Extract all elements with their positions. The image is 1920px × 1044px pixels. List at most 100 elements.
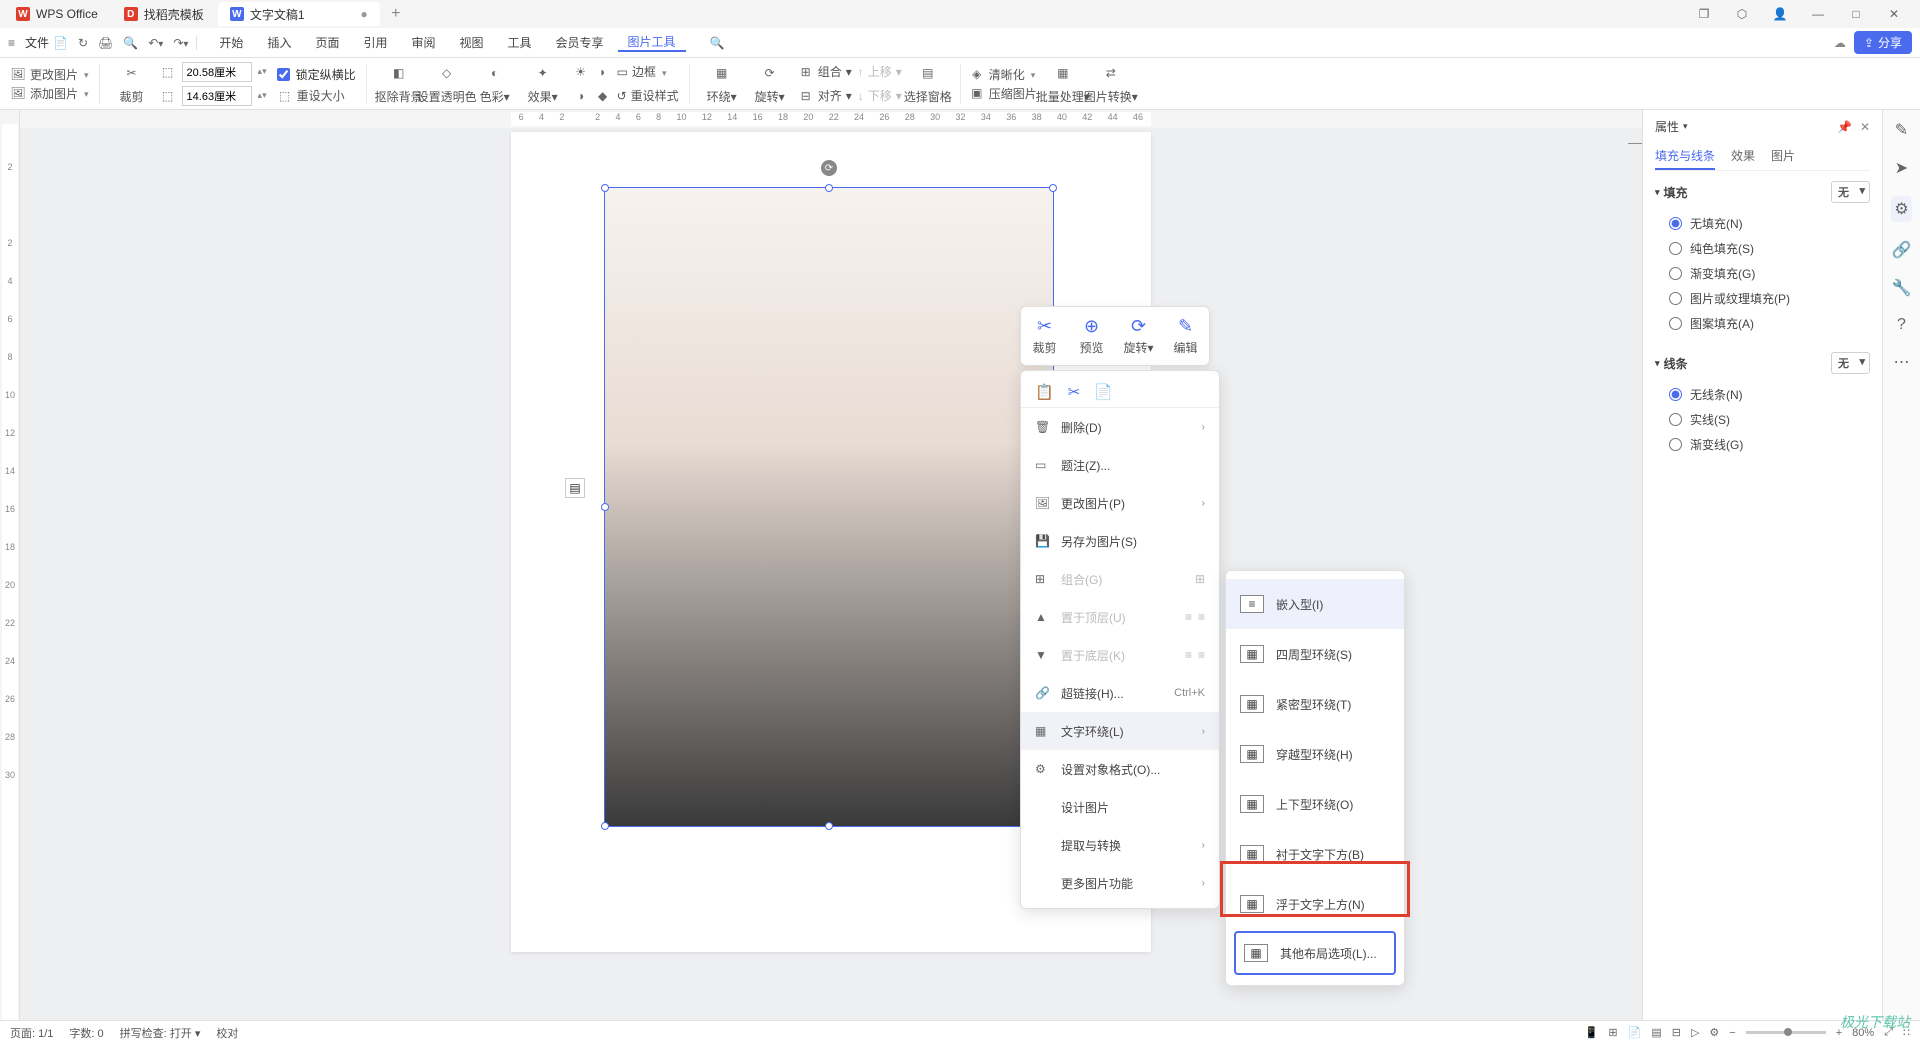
convert-button[interactable]: ⇄图片转换▾ [1087,61,1135,107]
zoom-out-button[interactable]: − [1729,1027,1735,1039]
sb-help-icon[interactable]: ? [1897,316,1906,334]
status-words[interactable]: 字数: 0 [69,1025,103,1041]
handle-bc[interactable] [825,822,833,830]
selection-pane-button[interactable]: ▤选择窗格 [904,61,952,107]
reset-size-button[interactable]: ⬚重设大小 [277,87,356,104]
sb-view2-icon[interactable]: ⊞ [1608,1026,1617,1039]
menu-view[interactable]: 视图 [450,34,494,51]
handle-tr[interactable] [1049,184,1057,192]
tab-close-icon[interactable]: ● [361,7,368,21]
compress-button[interactable]: ▣压缩图片 [969,85,1037,102]
line-gradient[interactable]: 渐变线(G) [1655,432,1870,457]
fill-none[interactable]: 无填充(N) [1655,211,1870,236]
sm-behind[interactable]: ▦衬于文字下方(B) [1226,829,1404,879]
cut-icon[interactable]: ✂ [1068,383,1081,401]
fill-solid[interactable]: 纯色填充(S) [1655,236,1870,261]
minimize-button[interactable]: — [1804,2,1832,26]
sb-view5-icon[interactable]: ⊟ [1672,1026,1681,1039]
brightness-icon[interactable]: ☀ [573,64,589,80]
float-preview-button[interactable]: ⊕预览 [1068,307,1115,365]
line-heading[interactable]: 线条 [1664,355,1688,372]
handle-ml[interactable] [601,503,609,511]
handle-bl[interactable] [601,822,609,830]
pin-icon[interactable]: 📌 [1837,120,1852,134]
change-image-button[interactable]: 🖼更改图片 [10,66,89,83]
layout-tag-icon[interactable]: ▤ [565,478,585,498]
cm-caption[interactable]: ▭题注(Z)... [1021,446,1219,484]
line-none[interactable]: 无线条(N) [1655,382,1870,407]
fill-picture[interactable]: 图片或纹理填充(P) [1655,286,1870,311]
reset-style-button[interactable]: ↺重设样式 [617,87,679,104]
menu-file[interactable]: 文件 [25,34,49,51]
effect-button[interactable]: ✦效果▾ [519,61,567,107]
lock-ratio-checkbox[interactable] [277,68,290,81]
sb-settings-icon[interactable]: ⚙ [1891,196,1911,222]
menu-page[interactable]: 页面 [305,34,349,51]
maximize-button[interactable]: □ [1842,2,1870,26]
menu-insert[interactable]: 插入 [257,34,301,51]
add-image-button[interactable]: 🖼添加图片 [10,85,89,102]
line-select[interactable]: 无 ▾ [1831,352,1870,374]
sb-edit-icon[interactable]: ✎ [1895,120,1908,140]
cm-save-as-image[interactable]: 💾另存为图片(S) [1021,522,1219,560]
sb-settings2-icon[interactable]: ⚙ [1709,1026,1719,1039]
redo-icon[interactable]: ↷▾ [173,36,188,50]
panel-close-icon[interactable]: ✕ [1860,120,1870,134]
app-tab-document[interactable]: W 文字文稿1 ● [218,2,380,26]
sm-front[interactable]: ▦浮于文字上方(N) [1226,879,1404,929]
sb-play-icon[interactable]: ▷ [1691,1026,1699,1039]
avatar-icon[interactable]: 👤 [1766,2,1794,26]
wrap-button[interactable]: ▦环绕▾ [698,61,746,107]
sm-topbottom[interactable]: ▦上下型环绕(O) [1226,779,1404,829]
selected-image[interactable]: ⟳ ▤ [604,187,1054,827]
cube-icon[interactable]: ⬡ [1728,2,1756,26]
effect2-icon[interactable]: ◆ [595,88,611,104]
width-input[interactable] [182,62,252,82]
status-page[interactable]: 页面: 1/1 [10,1025,53,1041]
combine-button[interactable]: ⊞组合▾ [798,63,852,80]
fill-gradient[interactable]: 渐变填充(G) [1655,261,1870,286]
contrast-icon[interactable]: ◑ [573,88,589,104]
handle-tc[interactable] [825,184,833,192]
close-window-button[interactable]: ✕ [1880,2,1908,26]
print-icon[interactable]: 🖨 [98,36,113,50]
sm-through[interactable]: ▦穿越型环绕(H) [1226,729,1404,779]
height-input[interactable] [182,86,252,106]
search-icon[interactable]: 🔍 [710,36,725,50]
panel-tab-image[interactable]: 图片 [1771,143,1795,170]
panel-minimize-icon[interactable]: — [1628,134,1642,150]
sb-more-icon[interactable]: ⋯ [1894,352,1910,372]
cm-delete[interactable]: 🗑删除(D)› [1021,408,1219,446]
float-edit-button[interactable]: ✎编辑 [1162,307,1209,365]
rotate-handle[interactable]: ⟳ [821,160,837,176]
sync-icon[interactable]: ↻ [78,36,88,50]
menu-review[interactable]: 审阅 [401,34,445,51]
sb-view3-icon[interactable]: 📄 [1628,1026,1642,1039]
rotate-button[interactable]: ⟳旋转▾ [746,61,794,107]
fill-heading[interactable]: 填充 [1664,184,1688,201]
sb-view1-icon[interactable]: 📱 [1585,1026,1599,1039]
panel-tab-effect[interactable]: 效果 [1731,143,1755,170]
sm-square[interactable]: ▦四周型环绕(S) [1226,629,1404,679]
sharpen-button[interactable]: ◈清晰化 [969,66,1037,83]
cm-object-format[interactable]: ⚙设置对象格式(O)... [1021,750,1219,788]
sm-other-layout[interactable]: ▦其他布局选项(L)... [1234,931,1396,975]
cm-extract[interactable]: 提取与转换› [1021,826,1219,864]
save-icon[interactable]: 📄 [53,36,68,50]
float-rotate-button[interactable]: ⟳旋转▾ [1115,307,1162,365]
crop-button[interactable]: ✂裁剪 [108,61,156,107]
sb-link-icon[interactable]: 🔗 [1892,240,1912,260]
float-crop-button[interactable]: ✂裁剪 [1021,307,1068,365]
panel-tab-fill[interactable]: 填充与线条 [1655,143,1715,170]
paste-icon[interactable]: 📄 [1094,383,1113,401]
remove-bg-button[interactable]: ◧抠除背景 [375,61,423,107]
app-tab-template[interactable]: D 找稻壳模板 [112,2,216,26]
batch-button[interactable]: ▦批量处理▾ [1039,61,1087,107]
sm-inline[interactable]: ≡嵌入型(I) [1226,579,1404,629]
sb-view4-icon[interactable]: ▤ [1651,1026,1661,1039]
sb-select-icon[interactable]: ➤ [1895,158,1908,178]
sb-tools-icon[interactable]: 🔧 [1892,278,1912,298]
cm-more[interactable]: 更多图片功能› [1021,864,1219,902]
app-tab-wps[interactable]: W WPS Office [4,2,110,26]
share-button[interactable]: ⇪ 分享 [1854,31,1912,54]
